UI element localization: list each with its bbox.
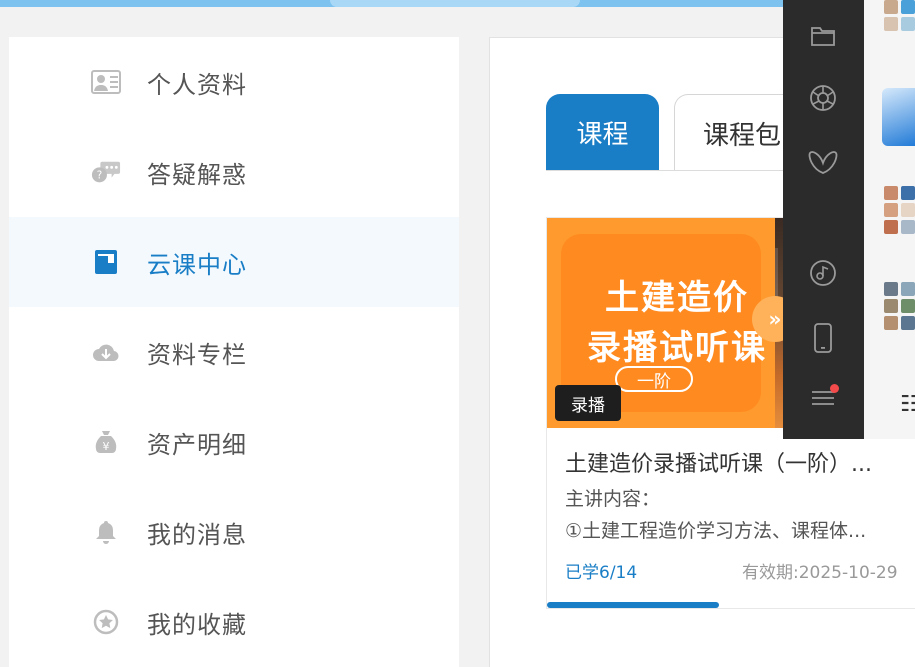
course-title[interactable]: 土建造价录播试听课（一阶）...	[565, 446, 905, 478]
sidebar-item-label: 云课中心	[147, 250, 247, 279]
svg-text:?: ?	[97, 170, 102, 182]
butterfly-icon[interactable]	[805, 145, 841, 181]
sidebar-item-messages[interactable]: 我的消息	[9, 487, 459, 577]
svg-text:¥: ¥	[103, 440, 110, 453]
top-header-bar	[0, 0, 915, 7]
sidebar-item-label: 个人资料	[147, 70, 247, 99]
sidebar-item-label: 资料专栏	[147, 340, 247, 369]
recorded-badge: 录播	[555, 385, 621, 421]
thumbnail-group[interactable]	[884, 282, 915, 330]
learned-progress-text: 已学6/14	[565, 563, 638, 583]
tab-courses[interactable]: 课程	[546, 94, 659, 171]
star-circle-icon	[91, 607, 121, 637]
progress-fill	[547, 602, 719, 608]
sidebar-item-profile[interactable]: 个人资料	[9, 37, 459, 127]
course-desc-label: 主讲内容：	[565, 488, 661, 510]
validity-date: 2025-10-29	[798, 563, 898, 583]
bell-icon	[91, 517, 121, 547]
sidebar-item-course-center[interactable]: 云课中心	[9, 217, 459, 307]
phone-icon[interactable]	[805, 320, 841, 356]
grid-view-icon[interactable]: ☷	[900, 392, 915, 417]
sidebar-item-label: 我的消息	[147, 520, 247, 549]
progress-track	[547, 602, 915, 608]
sidebar-item-assets[interactable]: ¥ 资产明细	[9, 397, 459, 487]
validity-text: 有效期:2025-10-29	[742, 558, 898, 583]
music-disc-icon[interactable]	[805, 255, 841, 291]
sidebar-item-materials[interactable]: 资料专栏	[9, 307, 459, 397]
sidebar-item-favorites[interactable]: 我的收藏	[9, 577, 459, 667]
validity-label: 有效期:	[742, 563, 799, 583]
sidebar-menu: 个人资料 ? 答疑解惑 云课中心 资料专栏 ¥ 资产明细 我的消息 我的收藏	[9, 37, 459, 667]
cloud-download-icon	[91, 337, 121, 367]
thumbnail-group[interactable]	[884, 186, 915, 234]
thumbnail-level-tag: 一阶	[615, 366, 693, 392]
sidebar-item-label: 资产明细	[147, 430, 247, 459]
folder-icon[interactable]	[805, 18, 841, 54]
sidebar-item-qa[interactable]: ? 答疑解惑	[9, 127, 459, 217]
aperture-icon[interactable]	[805, 80, 841, 116]
course-desc: ①土建工程造价学习方法、课程体...	[565, 520, 867, 542]
avatar[interactable]	[882, 88, 915, 146]
sidebar-item-label: 答疑解惑	[147, 160, 247, 189]
profile-card-icon	[91, 67, 121, 97]
thumbnail-group[interactable]	[884, 0, 915, 31]
notification-dot	[830, 384, 839, 393]
sidebar-item-label: 我的收藏	[147, 610, 247, 639]
chat-question-icon: ?	[91, 157, 121, 187]
floating-dock	[783, 0, 864, 439]
menu-icon[interactable]	[805, 380, 841, 416]
money-bag-icon: ¥	[91, 427, 121, 457]
course-book-icon	[91, 247, 121, 277]
right-thumbnail-strip: ☷	[864, 0, 915, 439]
